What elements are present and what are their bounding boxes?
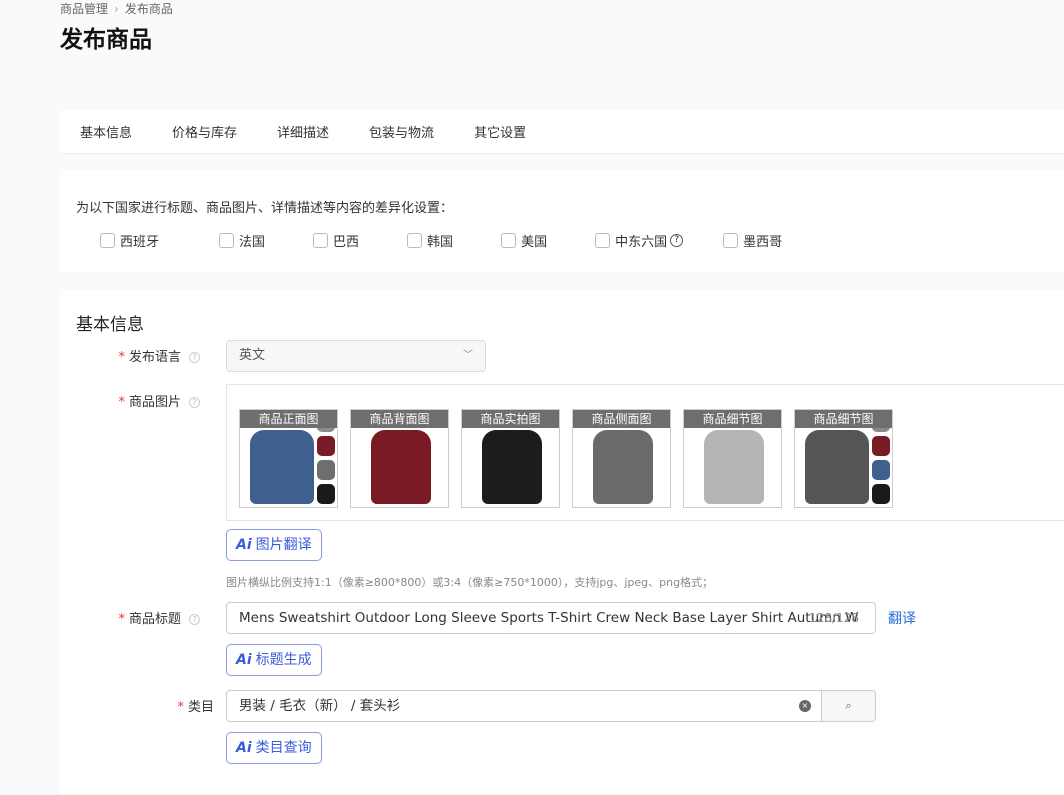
tab-price-stock[interactable]: 价格与库存 (172, 122, 237, 141)
country-checkbox[interactable]: 巴西 (313, 231, 359, 250)
page-title: 发布商品 (60, 27, 152, 53)
sweater-image (593, 430, 653, 504)
checkbox-box[interactable] (219, 233, 235, 248)
checkbox-box[interactable] (313, 233, 329, 248)
char-count: 128/128 (809, 611, 859, 625)
country-settings-title: 为以下国家进行标题、商品图片、详情描述等内容的差异化设置： (76, 201, 454, 216)
country-label: 中东六国 (615, 235, 668, 250)
sweater-image (704, 430, 764, 504)
category-label: * 类目 (177, 700, 214, 715)
product-image-thumb[interactable]: 商品细节图 (794, 409, 893, 508)
sweater-image (805, 430, 869, 504)
country-checkbox[interactable]: 中东六国? (595, 231, 684, 250)
title-label: * 商品标题? (60, 608, 200, 627)
country-checkbox[interactable]: 韩国 (407, 231, 453, 250)
checkbox-box[interactable] (501, 233, 517, 248)
title-generate-button[interactable]: Ai 标题生成 (226, 644, 322, 676)
product-image-thumb[interactable]: 商品背面图 (350, 409, 449, 508)
product-image-thumb[interactable]: 商品细节图 (683, 409, 782, 508)
chevron-down-icon: ﹀ (463, 350, 473, 361)
image-gallery: 商品正面图 商品背面图 商品实拍图 商品侧面图 商品细节图 商品细节图 (226, 384, 1064, 521)
checkbox-box[interactable] (407, 233, 423, 248)
image-label: 商品实拍图 (462, 410, 559, 428)
country-label: 墨西哥 (743, 235, 783, 250)
country-checkbox[interactable]: 西班牙 (100, 231, 159, 250)
sweater-image (371, 430, 431, 504)
language-select[interactable]: 英文 ﹀ (226, 340, 486, 372)
country-label: 巴西 (333, 235, 360, 250)
checkbox-box[interactable] (100, 233, 115, 248)
basic-info-section: 基本信息 * 发布语言? 英文 ﹀ * 商品图片? 商品正面图 商品背面图 商品实拍图 商品… (60, 290, 1064, 795)
variant-swatch (317, 484, 335, 504)
tab-description[interactable]: 详细描述 (277, 122, 329, 141)
images-label: * 商品图片? (60, 391, 200, 410)
help-icon[interactable]: ? (670, 234, 684, 247)
checkbox-box[interactable] (723, 233, 739, 248)
image-label: 商品侧面图 (573, 410, 670, 428)
translate-link[interactable]: 翻译 (888, 608, 916, 628)
image-label: 商品背面图 (351, 410, 448, 428)
ai-icon: Ai (236, 740, 252, 756)
help-icon[interactable]: ? (189, 352, 200, 363)
image-label: 商品正面图 (240, 410, 337, 428)
help-icon[interactable]: ? (189, 397, 200, 408)
breadcrumb-current: 发布商品 (124, 2, 173, 16)
country-label: 西班牙 (120, 235, 160, 250)
country-label: 韩国 (427, 235, 454, 250)
search-button[interactable]: ⌕ (821, 691, 875, 721)
product-image-thumb[interactable]: 商品正面图 (239, 409, 338, 508)
variant-swatch (872, 436, 890, 456)
section-title: 基本信息 (76, 315, 144, 335)
image-hint: 图片横纵比例支持1:1（像素≥800*800）或3:4（像素≥750*1000）… (226, 576, 714, 589)
tab-basic-info[interactable]: 基本信息 (80, 122, 132, 141)
language-label: * 发布语言? (60, 346, 200, 365)
variant-swatch (317, 460, 335, 480)
variant-swatch (872, 460, 890, 480)
checkbox-box[interactable] (595, 233, 611, 248)
sweater-image (250, 430, 314, 504)
image-label: 商品细节图 (795, 410, 892, 428)
breadcrumb: 商品管理 › 发布商品 (60, 0, 173, 17)
product-image-thumb[interactable]: 商品侧面图 (572, 409, 671, 508)
country-label: 美国 (521, 235, 548, 250)
product-image-thumb[interactable]: 商品实拍图 (461, 409, 560, 508)
ai-icon: Ai (236, 537, 252, 553)
variant-swatch (872, 484, 890, 504)
country-settings: 为以下国家进行标题、商品图片、详情描述等内容的差异化设置： 西班牙 法国 巴西 韩国 美… (60, 170, 1064, 272)
image-label: 商品细节图 (684, 410, 781, 428)
sweater-image (482, 430, 542, 504)
category-input[interactable]: 男装 / 毛衣（新） / 套头衫 × ⌕ (226, 690, 876, 722)
tab-bar: 基本信息 价格与库存 详细描述 包装与物流 其它设置 (60, 110, 1064, 154)
country-checkbox[interactable]: 墨西哥 (723, 231, 782, 250)
tab-packaging[interactable]: 包装与物流 (369, 122, 434, 141)
product-title-input[interactable]: Mens Sweatshirt Outdoor Long Sleeve Spor… (226, 602, 876, 634)
breadcrumb-parent[interactable]: 商品管理 (60, 2, 108, 16)
chevron-right-icon: › (114, 2, 119, 16)
category-query-button[interactable]: Ai 类目查询 (226, 732, 322, 764)
country-label: 法国 (239, 235, 266, 250)
tab-other[interactable]: 其它设置 (474, 122, 526, 141)
variant-swatch (317, 436, 335, 456)
country-checkbox[interactable]: 美国 (501, 231, 547, 250)
clear-icon[interactable]: × (799, 700, 811, 712)
help-icon[interactable]: ? (189, 614, 200, 625)
image-translate-button[interactable]: Ai 图片翻译 (226, 529, 322, 561)
ai-icon: Ai (236, 652, 252, 668)
country-checkbox[interactable]: 法国 (219, 231, 265, 250)
